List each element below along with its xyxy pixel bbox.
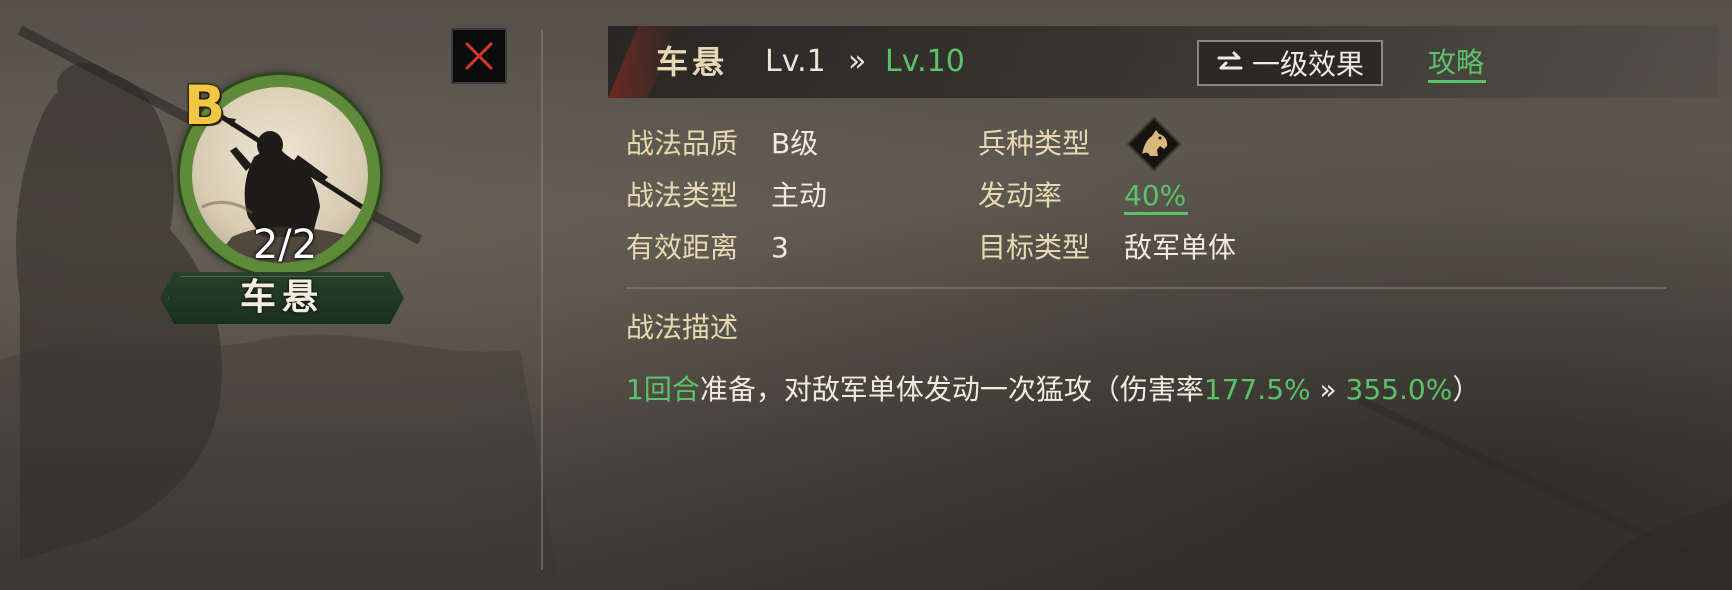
skill-count: 2/2 <box>252 222 318 268</box>
type-value: 主动 <box>771 179 828 212</box>
section-divider <box>626 287 1666 289</box>
description-part-b: ） <box>1452 373 1481 406</box>
range-label: 有效距离 <box>626 231 739 264</box>
effect-button-label: 一级效果 <box>1251 48 1364 81</box>
strategy-link-underline <box>1428 80 1486 83</box>
rate-value[interactable]: 40% <box>1124 176 1186 216</box>
target-label: 目标类型 <box>978 231 1091 264</box>
vertical-divider <box>541 30 543 570</box>
close-button[interactable] <box>451 28 507 84</box>
level-from: Lv.1 <box>765 44 826 79</box>
damage-arrow-icon: » <box>1310 373 1346 406</box>
description-text: 1回合准备，对敌军单体发动一次猛攻（伤害率177.5% » 355.0%） <box>626 370 1480 410</box>
troop-label: 兵种类型 <box>978 127 1091 160</box>
swap-icon <box>1217 51 1243 70</box>
skill-card[interactable]: B 2/2 车悬 <box>160 70 410 340</box>
rate-underline <box>1124 212 1188 215</box>
type-label: 战法类型 <box>626 179 739 212</box>
quality-label: 战法品质 <box>626 127 739 160</box>
range-value: 3 <box>771 231 789 264</box>
description-title: 战法描述 <box>626 311 739 344</box>
level-to: Lv.10 <box>885 44 965 79</box>
effect-toggle-button[interactable]: 一级效果 <box>1197 40 1383 86</box>
prep-rounds: 1回合 <box>626 373 700 406</box>
damage-from: 177.5% <box>1203 373 1311 406</box>
damage-to: 355.0% <box>1345 373 1453 406</box>
troop-type-icon <box>1126 116 1182 172</box>
skill-name: 车悬 <box>239 277 324 318</box>
grade-badge: B <box>184 74 226 137</box>
rate-label: 发动率 <box>978 179 1063 212</box>
level-arrow-icon: » <box>848 44 867 79</box>
close-icon <box>465 42 493 70</box>
description-part-a: 准备，对敌军单体发动一次猛攻（伤害率 <box>699 373 1204 406</box>
skill-title: 车悬 <box>656 43 729 81</box>
background-spear-art <box>1358 396 1732 590</box>
cavalry-horse-icon[interactable] <box>1126 116 1182 172</box>
target-value: 敌军单体 <box>1124 231 1237 264</box>
quality-value: B级 <box>771 127 819 160</box>
